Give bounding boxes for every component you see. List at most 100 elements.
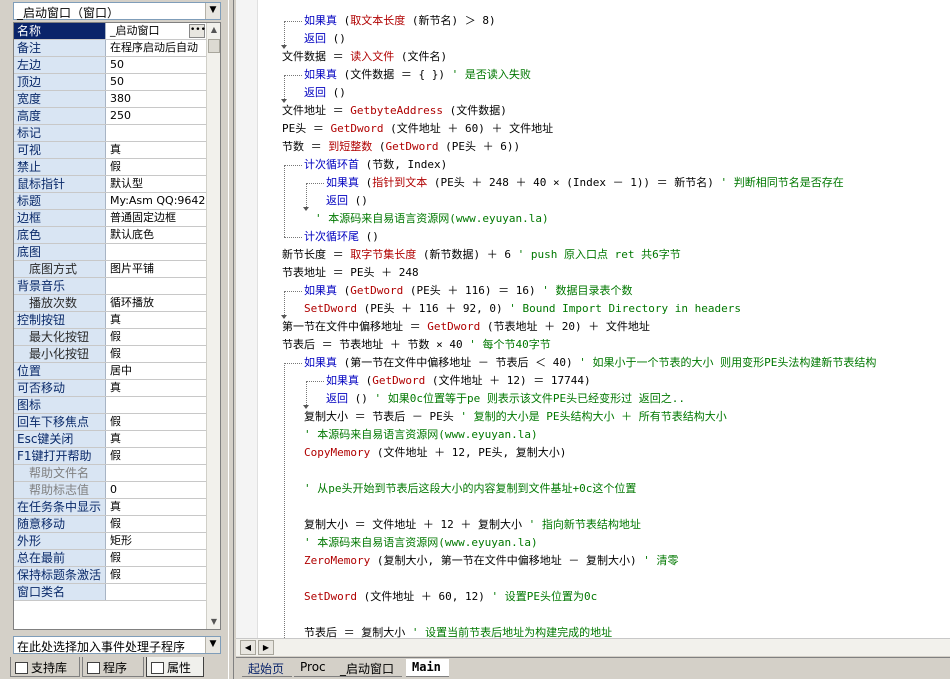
property-row[interactable]: 回车下移焦点假 (14, 414, 206, 431)
code-line[interactable]: 文件数据 ＝ 读入文件 (文件名) (282, 48, 447, 66)
property-row[interactable]: 图标 (14, 397, 206, 414)
property-value[interactable]: My:Asm QQ:96420 (107, 193, 206, 209)
property-value[interactable]: 在程序启动后自动 (107, 40, 206, 56)
property-row[interactable]: 高度 250 (14, 108, 206, 125)
code-tab-2[interactable]: _启动窗口 (334, 659, 403, 677)
code-line[interactable]: 文件地址 ＝ GetbyteAddress (文件数据) (282, 102, 507, 120)
event-selector[interactable]: 在此处选择加入事件处理子程序 ▼ (13, 636, 221, 654)
chevron-down-icon[interactable]: ▼ (205, 637, 220, 653)
code-line[interactable]: 返回 () (304, 30, 346, 48)
code-line[interactable]: 计次循环尾 () (304, 228, 379, 246)
panel-splitter[interactable] (228, 0, 234, 679)
code-line[interactable]: ' 从pe头开始到节表后这段大小的内容复制到文件基址+0c这个位置 (304, 480, 636, 498)
property-value[interactable]: 图片平铺 (107, 261, 206, 277)
property-row[interactable]: 位置 居中 (14, 363, 206, 380)
property-value[interactable] (107, 125, 206, 141)
property-row[interactable]: 帮助标志值 0 (14, 482, 206, 499)
code-tab-3[interactable]: Main (406, 659, 449, 677)
code-line[interactable]: SetDword (PE头 ＋ 116 ＋ 92, 0) ' Bound Imp… (304, 300, 741, 318)
code-line[interactable]: 第一节在文件中偏移地址 ＝ GetDword (节表地址 ＋ 20) ＋ 文件地… (282, 318, 650, 336)
code-line[interactable]: 计次循环首 (节数, Index) (304, 156, 447, 174)
property-value[interactable]: 0 (107, 482, 206, 498)
property-value[interactable]: 假 (107, 550, 206, 566)
property-value[interactable]: 真 (107, 431, 206, 447)
property-value[interactable] (107, 584, 206, 600)
property-value[interactable]: 真 (107, 380, 206, 396)
chevron-down-icon[interactable]: ▼ (205, 3, 220, 19)
property-value[interactable]: 假 (107, 329, 206, 345)
code-line[interactable]: 如果真 (第一节在文件中偏移地址 － 节表后 ＜ 40) ' 如果小于一个节表的… (304, 354, 876, 372)
property-row[interactable]: 最小化按钮假 (14, 346, 206, 363)
property-row[interactable]: F1键打开帮助假 (14, 448, 206, 465)
scroll-right-icon[interactable]: ▶ (258, 640, 274, 655)
code-line[interactable]: 节数 ＝ 到短整数 (GetDword (PE头 ＋ 6)) (282, 138, 520, 156)
property-row[interactable]: 标记 (14, 125, 206, 142)
code-tab-1[interactable]: Proc (294, 659, 334, 677)
code-line[interactable]: 如果真 (文件数据 ＝ { }) ' 是否读入失败 (304, 66, 531, 84)
code-line[interactable]: 返回 () ' 如果0c位置等于pe 则表示该文件PE头已经变形过 返回之.. (326, 390, 685, 408)
code-line[interactable]: 节表地址 ＝ PE头 ＋ 248 (282, 264, 419, 282)
property-row[interactable]: 左边 50 (14, 57, 206, 74)
property-value[interactable]: 假 (107, 159, 206, 175)
property-row[interactable]: Esc键关闭真 (14, 431, 206, 448)
property-value[interactable] (107, 244, 206, 260)
property-row[interactable]: 帮助文件名 (14, 465, 206, 482)
property-row[interactable]: 保持标题条激活假 (14, 567, 206, 584)
code-line[interactable]: 返回 () (326, 192, 368, 210)
property-value[interactable]: 380 (107, 91, 206, 107)
property-row[interactable]: 名称 _启动窗口 ••• (14, 23, 206, 40)
property-value[interactable]: 真 (107, 142, 206, 158)
code-line[interactable]: PE头 ＝ GetDword (文件地址 ＋ 60) ＋ 文件地址 (282, 120, 553, 138)
code-line[interactable]: ' 本源码来自易语言资源网(www.eyuyan.la) (315, 210, 549, 228)
property-row[interactable]: 顶边 50 (14, 74, 206, 91)
property-row[interactable]: 总在最前假 (14, 550, 206, 567)
code-line[interactable]: 复制大小 ＝ 文件地址 ＋ 12 ＋ 复制大小 ' 指向新节表结构地址 (304, 516, 641, 534)
tab-program[interactable]: 程序 (82, 657, 144, 677)
property-row[interactable]: 可否移动真 (14, 380, 206, 397)
property-row[interactable]: 在任务条中显示真 (14, 499, 206, 516)
property-row[interactable]: 控制按钮真 (14, 312, 206, 329)
property-row[interactable]: 边框 普通固定边框 (14, 210, 206, 227)
property-value[interactable]: 50 (107, 74, 206, 90)
property-row[interactable]: 外形 矩形 (14, 533, 206, 550)
property-value[interactable]: 假 (107, 346, 206, 362)
code-line[interactable]: 如果真 (取文本长度 (新节名) ＞ 8) (304, 12, 496, 30)
property-value[interactable] (107, 278, 206, 294)
property-row[interactable]: 底图方式 图片平铺 (14, 261, 206, 278)
property-row[interactable]: 最大化按钮假 (14, 329, 206, 346)
scroll-up-icon[interactable]: ▲ (207, 23, 220, 37)
code-line[interactable]: 返回 () (304, 84, 346, 102)
code-line[interactable]: 新节长度 ＝ 取字节集长度 (新节数据) ＋ 6 ' push 原入口点 ret… (282, 246, 681, 264)
property-value[interactable]: 假 (107, 516, 206, 532)
property-value[interactable]: 50 (107, 57, 206, 73)
property-value[interactable] (107, 465, 206, 481)
tab-library[interactable]: 支持库 (10, 657, 80, 677)
ellipsis-button[interactable]: ••• (189, 24, 206, 38)
code-line[interactable]: CopyMemory (文件地址 ＋ 12, PE头, 复制大小) (304, 444, 566, 462)
property-value[interactable] (107, 397, 206, 413)
property-scrollbar[interactable]: ▲ ▼ (206, 23, 220, 629)
property-value[interactable]: 普通固定边框 (107, 210, 206, 226)
property-value[interactable]: 默认型 (107, 176, 206, 192)
property-value[interactable]: 循环播放 (107, 295, 206, 311)
property-value[interactable]: 真 (107, 499, 206, 515)
code-line[interactable]: SetDword (文件地址 ＋ 60, 12) ' 设置PE头位置为0c (304, 588, 597, 606)
code-line[interactable]: 节表后 ＝ 复制大小 ' 设置当前节表后地址为构建完成的地址 (304, 624, 612, 638)
property-row[interactable]: 播放次数 循环播放 (14, 295, 206, 312)
code-line[interactable]: ' 本源码来自易语言资源网(www.eyuyan.la) (304, 534, 538, 552)
code-line[interactable]: 如果真 (GetDword (PE头 ＋ 116) ＝ 16) ' 数据目录表个… (304, 282, 632, 300)
property-row[interactable]: 标题 My:Asm QQ:96420 (14, 193, 206, 210)
property-value[interactable]: 默认底色 (107, 227, 206, 243)
code-line[interactable]: ' 本源码来自易语言资源网(www.eyuyan.la) (304, 426, 538, 444)
code-editor[interactable]: 如果真 (取文本长度 (新节名) ＞ 8) 返回 () 文件数据 ＝ 读入文件 (… (236, 0, 950, 638)
code-line[interactable]: 节表后 ＝ 节表地址 ＋ 节数 × 40 ' 每个节40字节 (282, 336, 551, 354)
property-value[interactable]: 假 (107, 414, 206, 430)
property-value[interactable]: 居中 (107, 363, 206, 379)
property-row[interactable]: 窗口类名 (14, 584, 206, 601)
property-row[interactable]: 鼠标指针 默认型 (14, 176, 206, 193)
code-line[interactable]: 如果真 (指针到文本 (PE头 ＋ 248 ＋ 40 × (Index － 1)… (326, 174, 844, 192)
property-row[interactable]: 备注 在程序启动后自动 (14, 40, 206, 57)
scroll-left-icon[interactable]: ◀ (240, 640, 256, 655)
property-value[interactable]: 真 (107, 312, 206, 328)
scroll-thumb[interactable] (208, 39, 220, 53)
